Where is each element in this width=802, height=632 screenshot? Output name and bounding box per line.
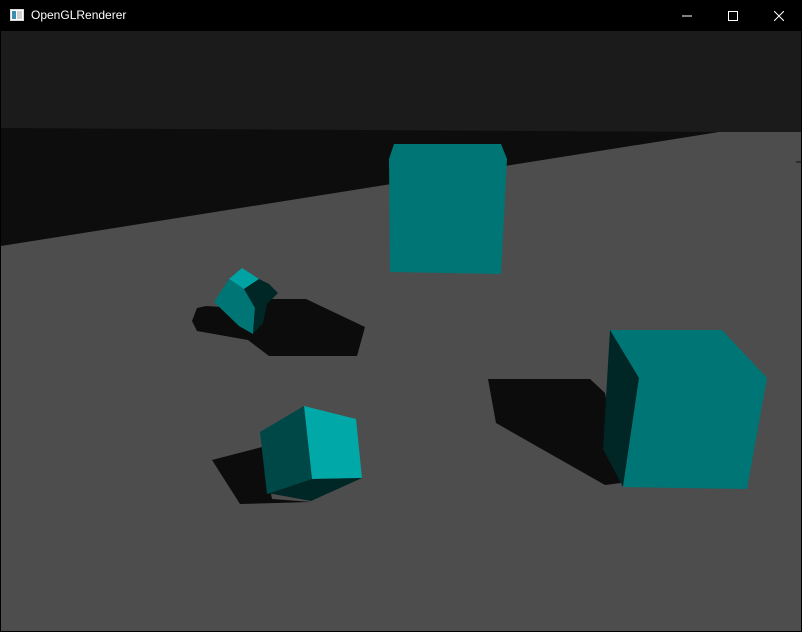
maximize-icon: [728, 10, 738, 21]
opengl-app-icon: [10, 9, 24, 21]
minimize-button[interactable]: [664, 0, 710, 31]
minimize-icon: [682, 15, 692, 16]
application-window: OpenGLRenderer: [0, 0, 802, 632]
title-bar[interactable]: OpenGLRenderer: [0, 0, 802, 31]
back-cube: [389, 144, 507, 274]
maximize-button[interactable]: [710, 0, 756, 31]
window-title: OpenGLRenderer: [31, 8, 127, 22]
render-viewport[interactable]: [1, 31, 801, 631]
close-button[interactable]: [756, 0, 802, 31]
scene-canvas: [1, 31, 801, 631]
close-icon: [774, 10, 784, 21]
